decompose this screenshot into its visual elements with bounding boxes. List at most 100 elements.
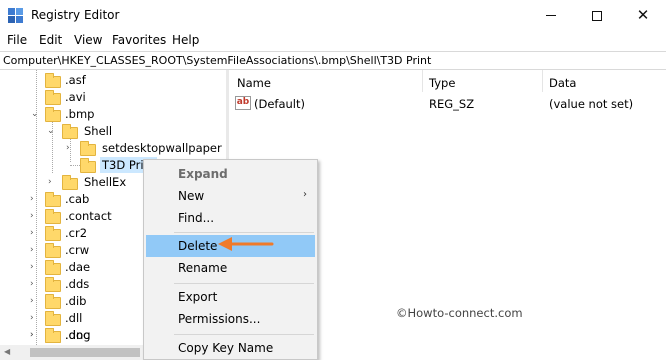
tree-item-label: .cab <box>65 192 90 206</box>
tree-item-label: .dds <box>65 277 90 291</box>
address-path: Computer\HKEY_CLASSES_ROOT\SystemFileAss… <box>3 54 432 67</box>
collapsed-chevron-icon[interactable]: › <box>66 143 70 153</box>
collapsed-chevron-icon[interactable]: › <box>30 211 34 221</box>
minimize-icon <box>546 15 556 16</box>
menu-item-find[interactable]: Find... <box>146 207 315 229</box>
collapsed-chevron-icon[interactable]: › <box>48 177 52 187</box>
menu-item-expand[interactable]: Expand <box>146 163 315 185</box>
folder-icon <box>45 243 61 258</box>
folder-icon <box>45 209 61 224</box>
collapsed-chevron-icon[interactable]: › <box>30 313 34 323</box>
column-divider[interactable] <box>422 70 423 92</box>
menu-item-label: Copy Key Name <box>178 341 274 355</box>
folder-icon <box>45 260 61 275</box>
tree-item-label: .dll <box>65 311 83 325</box>
title-bar: Registry Editor ✕ <box>0 0 666 31</box>
maximize-icon <box>592 10 602 21</box>
menu-item-label: Export <box>178 290 218 304</box>
folder-icon <box>45 277 61 292</box>
menu-edit[interactable]: Edit <box>39 33 62 47</box>
tree-item-label: .doc <box>65 328 90 342</box>
tree-item-label: ShellEx <box>84 175 127 189</box>
tree-item-label: .cr2 <box>65 226 88 240</box>
tree-item-label: setdesktopwallpaper <box>102 141 222 155</box>
column-divider[interactable] <box>542 70 543 92</box>
menu-separator <box>174 232 314 233</box>
column-data[interactable]: Data <box>549 76 576 90</box>
context-menu: Expand New › Find... Delete Rename Expor… <box>143 159 318 360</box>
maximize-button[interactable] <box>574 0 620 31</box>
tree-item[interactable]: › setdesktopwallpaper <box>0 140 226 157</box>
address-bar[interactable]: Computer\HKEY_CLASSES_ROOT\SystemFileAss… <box>0 51 666 70</box>
folder-open-icon <box>62 124 78 139</box>
scrollbar-thumb[interactable] <box>30 348 140 357</box>
tree-item-label: .avi <box>65 90 86 104</box>
menu-help[interactable]: Help <box>172 33 199 47</box>
tree-item[interactable]: ⌄ .bmp <box>0 106 226 123</box>
value-name: (Default) <box>254 97 305 111</box>
annotation-arrow-icon <box>218 237 274 251</box>
folder-icon <box>80 141 96 156</box>
column-name[interactable]: Name <box>237 76 271 90</box>
menu-item-permissions[interactable]: Permissions... <box>146 308 315 330</box>
tree-guide-line <box>70 165 80 166</box>
tree-item-label: .bmp <box>65 107 95 121</box>
value-data: (value not set) <box>549 97 634 111</box>
tree-item[interactable]: .asf <box>0 72 226 89</box>
expanded-chevron-icon[interactable]: ⌄ <box>47 126 55 136</box>
value-row[interactable]: ab (Default) REG_SZ (value not set) <box>229 95 666 113</box>
menu-item-copy-key-name[interactable]: Copy Key Name <box>146 337 315 359</box>
menu-file[interactable]: File <box>7 33 27 47</box>
menu-item-label: Rename <box>178 261 228 275</box>
collapsed-chevron-icon[interactable]: › <box>30 245 34 255</box>
watermark: ©Howto-connect.com <box>396 306 523 320</box>
column-type[interactable]: Type <box>429 76 455 90</box>
menu-item-label: Delete <box>178 239 218 253</box>
menu-favorites[interactable]: Favorites <box>112 33 166 47</box>
folder-open-icon <box>45 107 61 122</box>
folder-icon <box>45 311 61 326</box>
menu-item-label: Permissions... <box>178 312 261 326</box>
menu-item-export[interactable]: Export <box>146 286 315 308</box>
menu-item-label: Find... <box>178 211 215 225</box>
folder-icon <box>45 294 61 309</box>
tree-item-label: .dib <box>65 294 87 308</box>
menu-item-label: Expand <box>178 167 228 181</box>
folder-icon <box>62 175 78 190</box>
tree-item-label: .asf <box>65 73 86 87</box>
tree-item[interactable]: ⌄ Shell <box>0 123 226 140</box>
string-value-icon: ab <box>235 96 251 110</box>
collapsed-chevron-icon[interactable]: › <box>30 296 34 306</box>
folder-icon <box>45 73 61 88</box>
menu-separator <box>174 334 314 335</box>
submenu-arrow-icon: › <box>303 189 307 200</box>
tree-item-label: .crw <box>65 243 90 257</box>
menu-bar: File Edit View Favorites Help <box>0 31 666 51</box>
minimize-button[interactable] <box>528 0 574 31</box>
tree-item[interactable]: .avi <box>0 89 226 106</box>
window-title: Registry Editor <box>31 8 120 22</box>
menu-view[interactable]: View <box>74 33 102 47</box>
menu-item-new[interactable]: New › <box>146 185 315 207</box>
collapsed-chevron-icon[interactable]: › <box>30 194 34 204</box>
scroll-left-icon[interactable]: ◀ <box>4 347 10 356</box>
collapsed-chevron-icon[interactable]: › <box>30 279 34 289</box>
collapsed-chevron-icon[interactable]: › <box>30 330 34 340</box>
close-button[interactable]: ✕ <box>620 0 666 31</box>
expanded-chevron-icon[interactable]: ⌄ <box>31 109 39 119</box>
menu-item-label: New <box>178 189 205 203</box>
folder-icon <box>80 158 96 173</box>
menu-separator <box>174 283 314 284</box>
values-header: Name Type Data <box>229 70 666 92</box>
folder-icon <box>45 192 61 207</box>
menu-item-rename[interactable]: Rename <box>146 257 315 279</box>
tree-item-label: Shell <box>84 124 113 138</box>
folder-icon <box>45 328 61 343</box>
folder-icon <box>45 90 61 105</box>
collapsed-chevron-icon[interactable]: › <box>30 262 34 272</box>
collapsed-chevron-icon[interactable]: › <box>30 228 34 238</box>
registry-editor-icon <box>8 8 24 24</box>
value-type: REG_SZ <box>429 97 475 111</box>
tree-item-label: .contact <box>65 209 112 223</box>
folder-icon <box>45 226 61 241</box>
